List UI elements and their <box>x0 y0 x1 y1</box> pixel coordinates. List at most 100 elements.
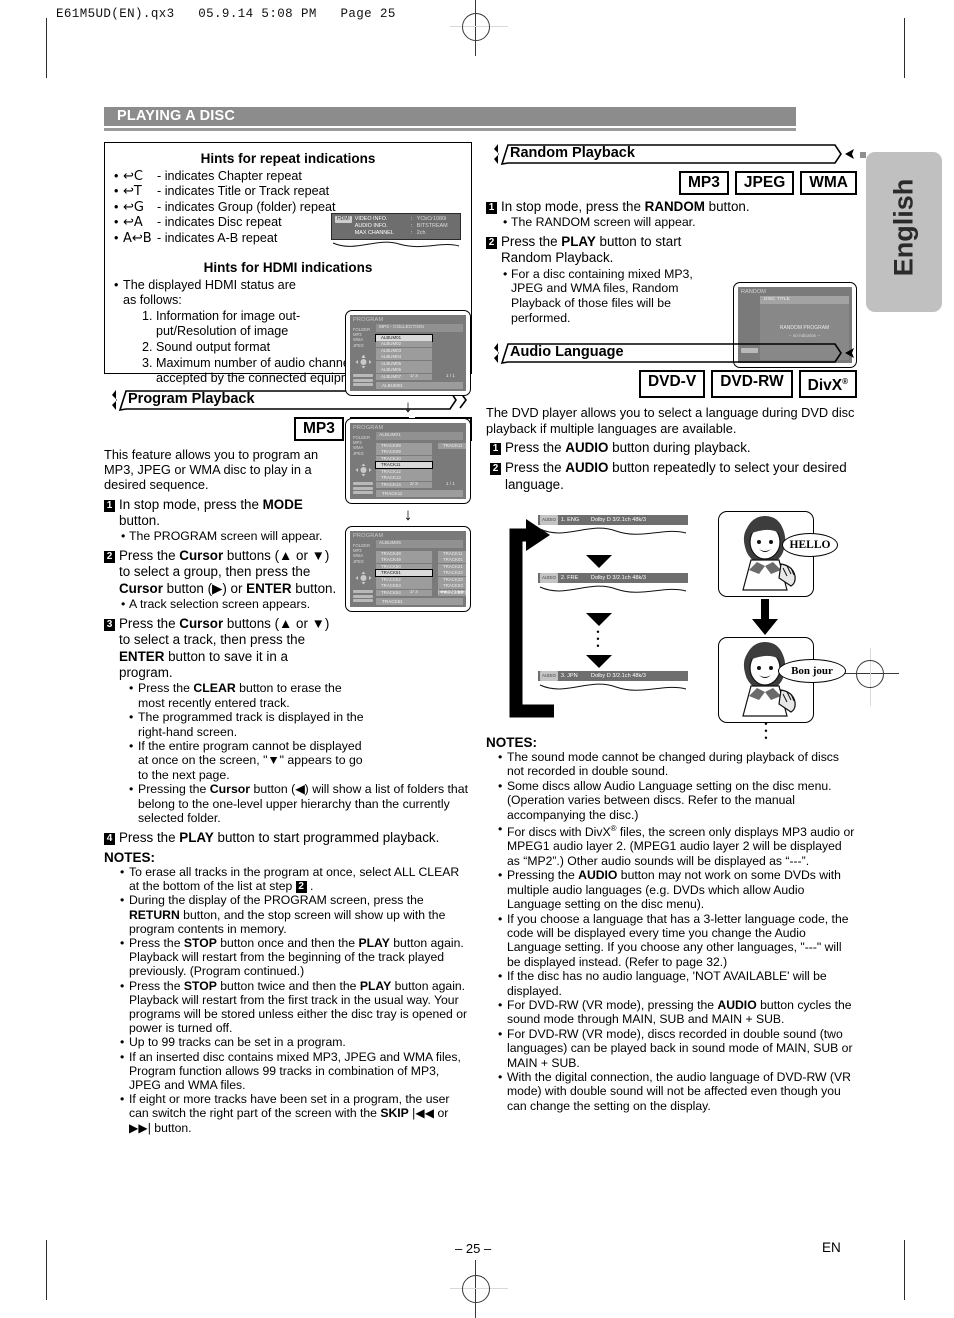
osd-side-menu: FOLDER MP3 WMA JPEG <box>353 543 373 564</box>
t: With the digital connection, the audio l… <box>507 1069 851 1113</box>
t: Press the STOP button twice and then the… <box>129 978 468 1036</box>
hint-repeat-text: - indicates Disc repeat <box>157 215 282 230</box>
t: To erase all tracks in the program at on… <box>129 864 460 894</box>
random-playback-title: Random Playback <box>510 145 635 161</box>
osd-bar: ALBUM01 <box>376 432 463 440</box>
hdmi-intro-text: The displayed HDMI status are <box>123 278 296 293</box>
repeat-icon-group: ↩G <box>123 199 144 215</box>
t: If an inserted disc contains mixed MP3, … <box>129 1049 461 1092</box>
osd-program-item: TRACK22 <box>438 570 466 577</box>
program-note: • Up to 99 tracks can be set in a program… <box>120 1035 346 1050</box>
page-body: PLAYING A DISC Hints for repeat indicati… <box>0 0 954 1315</box>
audio-language-title: Audio Language <box>510 344 624 361</box>
badge-mp3: MP3 <box>294 417 344 441</box>
program-step-3-note: • Press the CLEAR button to erase the mos… <box>129 681 369 710</box>
random-step-2-text: Press the PLAY button to start Random Pl… <box>501 234 682 266</box>
program-note: • To erase all tracks in the program at o… <box>120 864 472 894</box>
random-step-1-note: • The RANDOM screen will appear. <box>503 215 696 230</box>
audio-format: Dolby D 3/2.1ch 48k/3 <box>590 516 646 523</box>
program-step-4-text: Press the PLAY button to start programme… <box>119 829 440 845</box>
audio-step-2-text: Press the AUDIO button repeatedly to sel… <box>505 460 847 492</box>
random-step-2: 2 Press the PLAY button to start Random … <box>486 234 712 267</box>
program-step-3-note: • If the entire program cannot be display… <box>129 739 373 782</box>
osd-side-item: JPEG <box>353 450 364 456</box>
t: If eight or more tracks have been set in… <box>129 1092 450 1135</box>
hint-repeat-text: - indicates Title or Track repeat <box>157 184 330 199</box>
t: During the display of the PROGRAM screen… <box>129 893 446 936</box>
osd-list-item-selected: TRACK11 <box>375 461 433 469</box>
speech-bubble-bonjour: Bon jour <box>778 658 846 683</box>
osd-list-item: TRACK54 <box>376 589 432 596</box>
osd-screen: PROGRAM ALBUM01 FOLDER MP3 WMA JPEG TRAC… <box>350 423 466 499</box>
badge-mp3: MP3 <box>679 171 729 195</box>
program-step-4: 4 Press the PLAY button to start program… <box>104 830 464 846</box>
osd-page-left: 2/ 3 <box>410 589 418 594</box>
flow-arrow-photos <box>752 598 778 635</box>
audio-icon: AUDIO <box>540 572 558 583</box>
flow-arrow-1: ↓ <box>403 397 413 416</box>
torn-edge-decoration <box>539 683 687 691</box>
audio-language-header: Audio Language <box>486 341 857 365</box>
audio-note: • For DVD-RW (VR mode), discs recorded in… <box>498 1027 857 1070</box>
program-step-2-note: • A track selection screen appears. <box>121 597 311 612</box>
t: If the disc has no audio language, 'NOT … <box>507 969 827 998</box>
osd-list-item: TRACK50 <box>376 563 432 570</box>
step-number-1: 1 <box>490 442 501 455</box>
hint-repeat-text: - indicates Chapter repeat <box>157 169 302 183</box>
random-format-badges: MP3 JPEG WMA <box>486 171 857 195</box>
osd-footer: TRACK11 <box>376 490 463 497</box>
left-column: Hints for repeat indications • ↩C - indica… <box>104 142 472 1135</box>
osd-list-item-selected: TRACK51 <box>375 569 433 577</box>
audio-format: Dolby D 3/2.1ch 48k/3 <box>590 574 646 581</box>
step-number-2: 2 <box>486 237 497 249</box>
step-number-2: 2 <box>104 551 115 564</box>
hdmi-intro-line: • The displayed HDMI status are <box>114 278 296 293</box>
osd-list-item: TRACK48 <box>376 551 432 557</box>
osd-page-left: 1/ 3 <box>410 373 418 378</box>
hint-repeat-item: • ↩C - indicates Chapter repeat <box>114 169 302 184</box>
program-notes-title: NOTES: <box>104 849 156 865</box>
torn-edge-decoration <box>539 527 687 535</box>
audio-step-1-text: Press the AUDIO button during playback. <box>505 439 751 455</box>
repeat-icon-disc: ↩A <box>123 215 143 231</box>
program-step-3: 3 Press the Cursor buttons (▲ or ▼) to s… <box>104 616 340 682</box>
osd-list-item: ALBUM05 <box>376 360 432 367</box>
repeat-icon-chapter: ↩C <box>123 169 143 184</box>
hdmi-osd-row: HDMI VIDEO INFO. : YCbCr1080i <box>335 216 447 223</box>
program-step-1-text: In stop mode, press the MODE button. <box>119 496 303 529</box>
audio-osd-bar: AUDIO 3. JPN Dolby D 3/2.1ch 48k/3 <box>538 670 688 681</box>
osd-list-item: ALBUM07 <box>376 373 432 380</box>
audio-language-illustration: AUDIO 1. ENG Dolby D 3/2.1ch 48k/3 AUDIO… <box>486 503 857 742</box>
t: The RANDOM screen will appear. <box>511 215 696 230</box>
program-step-2: 2 Press the Cursor buttons (▲ or ▼) to s… <box>104 548 340 597</box>
torn-edge-decoration <box>539 585 687 593</box>
step-ref-2: 2 <box>295 881 307 894</box>
speech-bubble-hello-text: HELLO <box>789 538 831 551</box>
osd-list-item: ALBUM04 <box>376 354 432 361</box>
program-step-2-note-text: A track selection screen appears. <box>129 597 311 612</box>
hint-repeat-text: - indicates A-B repeat <box>157 230 278 245</box>
t: Pressing the AUDIO button may not work o… <box>507 868 841 912</box>
program-screen-3: PROGRAM ALBUM05 FOLDER MP3 WMA JPEG TRAC… <box>345 526 471 612</box>
step-number-3: 3 <box>104 618 115 631</box>
dpad-icon <box>355 355 372 369</box>
ellipsis-dots-bottom: • • • <box>764 718 770 743</box>
t: For a disc containing mixed MP3, JPEG an… <box>511 266 693 325</box>
dpad-icon <box>355 571 372 585</box>
audio-bar-3: AUDIO 3. JPN Dolby D 3/2.1ch 48k/3 <box>538 670 688 702</box>
osd-list-item: TRACK53 <box>376 583 432 590</box>
hdmi-osd-illustration: HDMI VIDEO INFO. : YCbCr1080i HDMI AUDIO… <box>331 213 461 254</box>
flow-arrow-down <box>586 612 612 626</box>
audio-language-code: 2. FRE <box>560 574 579 581</box>
hdmi-osd-value: 2ch <box>416 230 426 236</box>
osd-center-text: RANDOM PROGRAM -- no indication -- <box>760 325 849 339</box>
hdmi-logo-icon: HDMI <box>335 216 352 223</box>
audio-note: • For discs with DivX® files, the screen … <box>498 822 857 868</box>
osd-program-item: TRACK11 <box>438 551 466 557</box>
osd-page-right: |◀◀ 2 / 3 ▶▶| <box>438 589 466 594</box>
flow-arrow-down <box>586 554 612 568</box>
osd-title: PROGRAM <box>353 317 384 323</box>
hdmi-osd-row: HDMI MAX CHANNEL : 2ch <box>354 230 426 236</box>
badge-dvd-rw: DVD-RW <box>711 370 793 399</box>
hdmi-osd-value: YCbCr1080i <box>416 216 447 222</box>
